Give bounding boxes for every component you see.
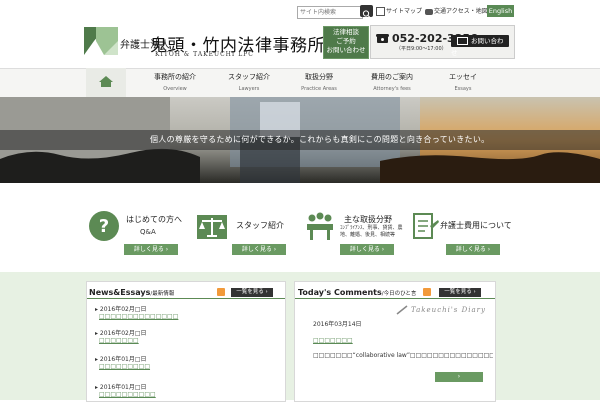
- phone-icon: [376, 34, 389, 43]
- nav-overview[interactable]: 事務所の紹介 Overview: [140, 72, 210, 92]
- feature-first-visit-button[interactable]: 詳しく見る ›: [124, 244, 178, 255]
- news-item-link[interactable]: □□□□□□□□□□□□□□: [99, 313, 178, 320]
- search-button[interactable]: [360, 5, 373, 18]
- svg-text:?: ?: [99, 216, 109, 237]
- consult-reservation-button[interactable]: 法律相談 ご予約 お問い合わせ: [323, 26, 369, 59]
- car-icon: [425, 8, 433, 15]
- comments-title-text: Today's Comments: [298, 288, 382, 297]
- contact-button[interactable]: お問い合わせ: [451, 35, 509, 57]
- news-date-text: 2016年02月□日: [99, 306, 147, 313]
- news-list-button[interactable]: 一覧を見る ›: [231, 288, 273, 297]
- consult-line2: ご予約: [336, 37, 356, 45]
- feature-practice-areas[interactable]: 主な取扱分野 ｺﾝﾌﾟﾗｲｱﾝｽ、刑事、貸貨、農地、離婚、後見、相続等 詳しく見…: [304, 206, 406, 258]
- home-icon: [99, 76, 113, 87]
- mail-icon: [457, 37, 468, 45]
- comments-list-label: 一覧を見る: [444, 289, 472, 295]
- meeting-icon: [307, 212, 333, 240]
- divider: [87, 298, 285, 299]
- detail-button-label: 詳しく見る: [349, 246, 380, 253]
- news-item-date: ▸ 2016年02月□日: [95, 306, 147, 313]
- comment-date: 2016年03月14日: [313, 321, 362, 328]
- sitemap-icon: [376, 7, 385, 16]
- divider: [295, 298, 495, 299]
- news-title-text: News&Essays: [89, 288, 151, 297]
- news-item-date: ▸ 2016年01月□日: [95, 356, 147, 363]
- feature-fees[interactable]: 弁護士費用について 詳しく見る ›: [410, 206, 516, 258]
- feature-first-visit[interactable]: ? はじめての方へ Q&A 詳しく見る ›: [88, 206, 190, 258]
- news-item-date: ▸ 2016年02月□日: [95, 330, 147, 337]
- sitemap-link[interactable]: サイトマップ: [376, 6, 422, 16]
- nav-home[interactable]: [86, 68, 126, 99]
- nav-overview-label: 事務所の紹介: [154, 73, 196, 81]
- comment-link[interactable]: □□□□□□□: [313, 337, 353, 344]
- search-input[interactable]: [297, 6, 363, 19]
- feature-staff-title: スタッフ紹介: [236, 221, 284, 230]
- comments-list-button[interactable]: 一覧を見る ›: [439, 288, 481, 297]
- nav-fees[interactable]: 費用のご案内 Attorney's fees: [357, 72, 427, 92]
- scales-icon: [197, 215, 227, 239]
- comments-subtitle: /今日のひと言: [381, 291, 417, 297]
- pen-icon: [396, 305, 408, 315]
- logo-icon: [84, 27, 118, 55]
- sitemap-label: サイトマップ: [386, 8, 423, 15]
- news-title: News&Essays/最新情報: [89, 288, 174, 297]
- nav-lawyers[interactable]: スタッフ紹介 Lawyers: [214, 72, 284, 92]
- nav-fees-label: 費用のご案内: [371, 73, 413, 81]
- comments-title: Today's Comments/今日のひと言: [298, 288, 416, 297]
- news-subtitle: /最新情報: [150, 291, 175, 297]
- nav-fees-sub: Attorney's fees: [373, 86, 411, 92]
- news-date-text: 2016年01月□日: [99, 356, 147, 363]
- nav-essays-sub: Essays: [454, 86, 472, 92]
- phone-hours: （平日9:00～17:00）: [396, 46, 447, 52]
- comment-more-button[interactable]: ›: [435, 372, 483, 382]
- detail-button-label: 詳しく見る: [133, 246, 164, 253]
- diary-label: Takeuchi's Diary: [411, 306, 486, 314]
- search-icon: [362, 10, 371, 18]
- feature-first-visit-title: はじめての方へ: [126, 215, 182, 224]
- feature-practice-title: 主な取扱分野: [344, 215, 392, 224]
- news-item-link[interactable]: □□□□□□□□□□: [99, 391, 156, 398]
- access-link[interactable]: 交通アクセス・地図: [425, 6, 488, 15]
- detail-button-label: 詳しく見る: [455, 246, 486, 253]
- nav-practice-areas[interactable]: 取扱分野 Practice Areas: [284, 72, 354, 92]
- rss-icon[interactable]: [423, 288, 431, 296]
- hero-caption: 個人の尊厳を守るために何ができるか。これからも真剣にこの問題と向き合っていきたい…: [150, 135, 490, 144]
- news-panel: News&Essays/最新情報 一覧を見る › ▸ 2016年02月□日 □□…: [86, 281, 286, 402]
- access-label: 交通アクセス・地図: [434, 8, 488, 15]
- feature-fees-button[interactable]: 詳しく見る ›: [446, 244, 500, 255]
- feature-fees-title: 弁護士費用について: [440, 221, 512, 230]
- news-item-link[interactable]: □□□□□□□□□: [99, 363, 150, 370]
- nav-practice-sub: Practice Areas: [301, 86, 337, 92]
- feature-first-visit-sub: Q&A: [140, 228, 156, 236]
- consult-line1: 法律相談: [333, 28, 359, 36]
- document-icon: [413, 213, 439, 239]
- nav-lawyers-label: スタッフ紹介: [228, 73, 270, 81]
- rss-icon[interactable]: [217, 288, 225, 296]
- logo-text-sub: KITOH & TAKEUCHI LPC: [155, 51, 254, 58]
- comment-text: □□□□□□□“collaborative law”□□□□□□□□□□□□□□…: [313, 352, 493, 359]
- detail-button-label: 詳しく見る: [241, 246, 272, 253]
- feature-practice-button[interactable]: 詳しく見る ›: [340, 244, 394, 255]
- feature-practice-sub: ｺﾝﾌﾟﾗｲｱﾝｽ、刑事、貸貨、農地、離婚、後見、相続等: [340, 225, 403, 238]
- comments-panel: Today's Comments/今日のひと言 一覧を見る › Takeuchi…: [294, 281, 496, 402]
- english-button[interactable]: English: [487, 5, 514, 17]
- feature-staff[interactable]: スタッフ紹介 詳しく見る ›: [196, 206, 298, 258]
- news-item-date: ▸ 2016年01月□日: [95, 384, 147, 391]
- nav-lawyers-sub: Lawyers: [238, 86, 260, 92]
- news-date-text: 2016年02月□日: [99, 330, 147, 337]
- consult-line3: お問い合わせ: [326, 46, 366, 54]
- nav-essays[interactable]: エッセイ Essays: [428, 72, 498, 92]
- nav-practice-label: 取扱分野: [305, 73, 333, 81]
- nav-essays-label: エッセイ: [449, 73, 477, 81]
- nav-overview-sub: Overview: [163, 86, 187, 92]
- news-date-text: 2016年01月□日: [99, 384, 147, 391]
- feature-staff-button[interactable]: 詳しく見る ›: [232, 244, 286, 255]
- news-item-link[interactable]: □□□□□□□: [99, 337, 139, 344]
- news-list-label: 一覧を見る: [236, 289, 264, 295]
- question-icon: ?: [89, 211, 119, 241]
